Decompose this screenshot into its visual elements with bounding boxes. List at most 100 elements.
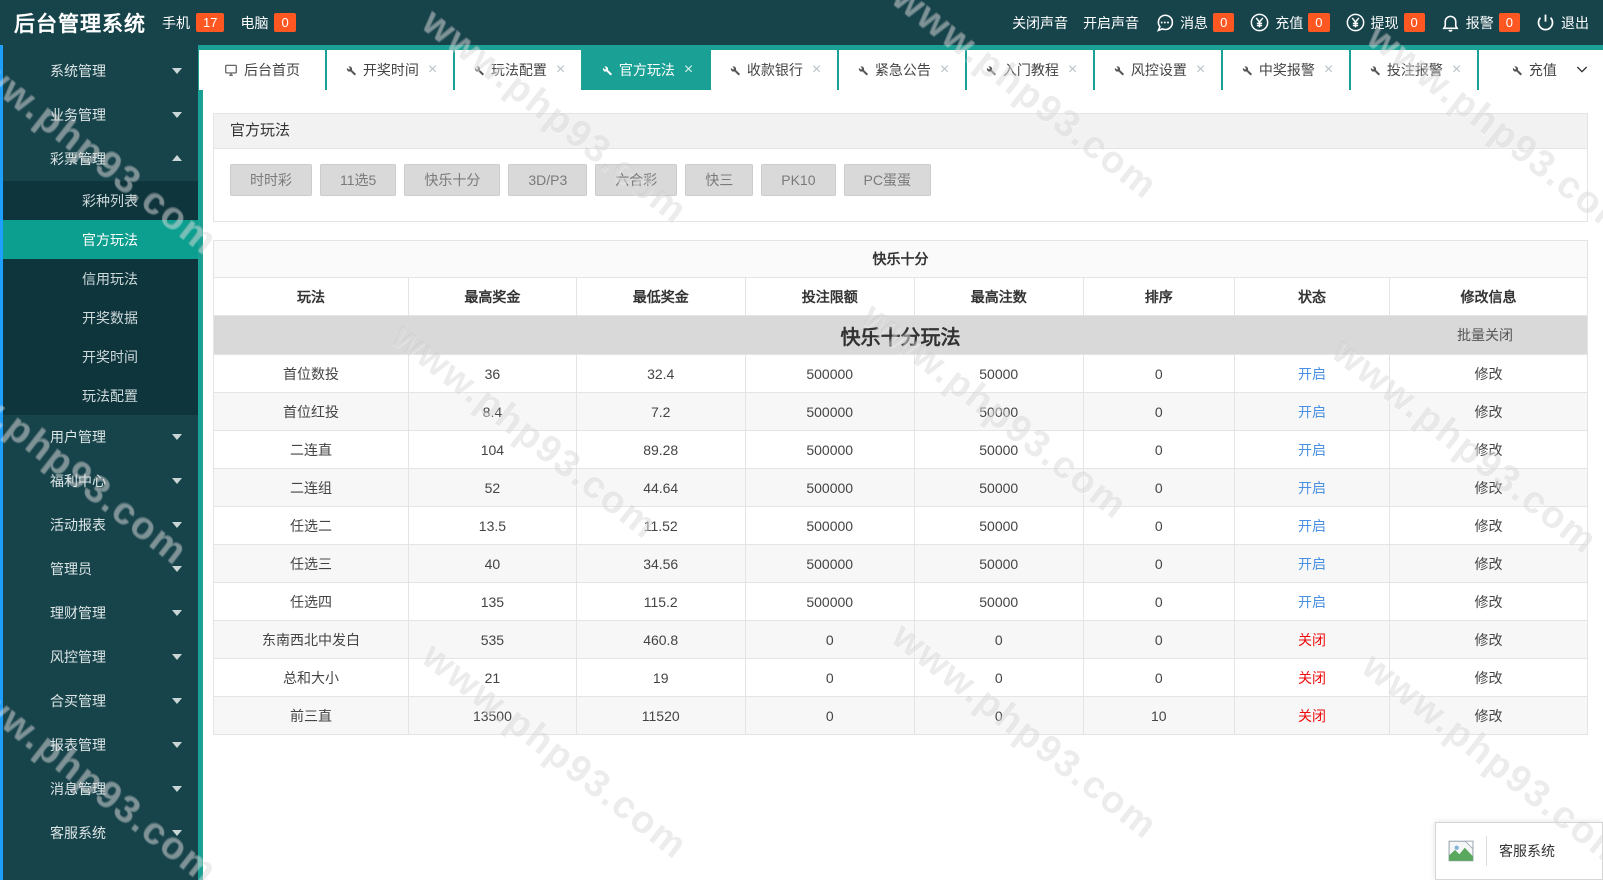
modify-link[interactable]: 修改 bbox=[1389, 506, 1588, 545]
tab-紧急公告[interactable]: 紧急公告 × bbox=[839, 50, 965, 90]
status-toggle-link[interactable]: 开启 bbox=[1233, 582, 1391, 621]
sidebar-subitem-信用玩法[interactable]: 信用玩法 bbox=[3, 259, 198, 298]
status-toggle-link[interactable]: 开启 bbox=[1233, 430, 1391, 469]
game-button-快乐十分[interactable]: 快乐十分 bbox=[404, 164, 501, 196]
modify-link[interactable]: 修改 bbox=[1389, 392, 1588, 431]
close-icon[interactable]: × bbox=[1452, 62, 1461, 78]
game-button-PC蛋蛋[interactable]: PC蛋蛋 bbox=[843, 164, 931, 196]
close-icon[interactable]: × bbox=[1068, 62, 1077, 78]
bell-icon bbox=[1440, 12, 1461, 33]
modify-link[interactable]: 修改 bbox=[1389, 620, 1588, 659]
wrench-icon bbox=[855, 63, 869, 77]
status-toggle-link[interactable]: 关闭 bbox=[1233, 658, 1391, 697]
sidebar-subitem-label: 信用玩法 bbox=[82, 270, 138, 287]
sidebar-item-福利中心[interactable]: 福利中心 bbox=[3, 459, 198, 503]
close-icon[interactable]: × bbox=[812, 62, 821, 78]
withdraw-button[interactable]: 提现 0 bbox=[1345, 12, 1425, 33]
game-button-快三[interactable]: 快三 bbox=[685, 164, 754, 196]
status-toggle-link[interactable]: 开启 bbox=[1233, 468, 1391, 507]
submenu-彩票管理: 彩种列表官方玩法信用玩法开奖数据 开奖时间玩法配置 bbox=[3, 181, 198, 415]
logout-label: 退出 bbox=[1561, 14, 1589, 31]
status-toggle-link[interactable]: 开启 bbox=[1233, 544, 1391, 583]
tab-入门教程[interactable]: 入门教程 × bbox=[967, 50, 1093, 90]
tab-风控设置[interactable]: 风控设置 × bbox=[1095, 50, 1221, 90]
phone-count-badge: 17 bbox=[196, 13, 225, 32]
tab-中奖报警[interactable]: 中奖报警 × bbox=[1223, 50, 1349, 90]
sidebar-item-理财管理[interactable]: 理财管理 bbox=[3, 591, 198, 635]
game-button-时时彩[interactable]: 时时彩 bbox=[230, 164, 312, 196]
customer-service-widget[interactable]: 客服系统 bbox=[1435, 822, 1603, 880]
close-icon[interactable]: × bbox=[556, 62, 565, 78]
close-icon[interactable]: × bbox=[940, 62, 949, 78]
sidebar-subitem-label: 彩种列表 bbox=[82, 192, 138, 209]
sidebar-item-合买管理[interactable]: 合买管理 bbox=[3, 679, 198, 723]
game-button-PK10[interactable]: PK10 bbox=[761, 164, 836, 196]
sidebar-subitem-label: 玩法配置 bbox=[82, 387, 138, 404]
sidebar-item-管理员[interactable]: 管理员 bbox=[3, 547, 198, 591]
sidebar-item-label: 活动报表 bbox=[50, 517, 106, 533]
sidebar-subitem-开奖时间[interactable]: 开奖时间 bbox=[3, 337, 198, 376]
cell-max_prize: 40 bbox=[408, 544, 577, 583]
close-icon[interactable]: × bbox=[428, 62, 437, 78]
game-button-3D/P3[interactable]: 3D/P3 bbox=[508, 164, 588, 196]
status-toggle-link[interactable]: 开启 bbox=[1233, 392, 1391, 431]
game-button-六合彩[interactable]: 六合彩 bbox=[595, 164, 678, 196]
tab-overflow-button[interactable] bbox=[1561, 50, 1603, 90]
status-toggle-link[interactable]: 开启 bbox=[1233, 354, 1391, 393]
column-header-状态: 状态 bbox=[1233, 277, 1391, 316]
recharge-button[interactable]: 充值 0 bbox=[1249, 12, 1330, 33]
tab-label: 官方玩法 bbox=[618, 62, 675, 78]
sidebar-subitem-玩法配置[interactable]: 玩法配置 bbox=[3, 376, 198, 415]
cell-bet_limit: 500000 bbox=[744, 506, 915, 545]
sidebar-item-消息管理[interactable]: 消息管理 bbox=[3, 767, 198, 811]
sidebar-item-用户管理[interactable]: 用户管理 bbox=[3, 415, 198, 459]
tab-后台首页[interactable]: 后台首页 bbox=[199, 50, 325, 90]
column-header-投注限额: 投注限额 bbox=[744, 277, 915, 316]
modify-link[interactable]: 修改 bbox=[1389, 696, 1588, 735]
tab-官方玩法[interactable]: 官方玩法 × bbox=[583, 50, 709, 90]
modify-link[interactable]: 修改 bbox=[1389, 430, 1588, 469]
sidebar-item-风控管理[interactable]: 风控管理 bbox=[3, 635, 198, 679]
sidebar-item-彩票管理[interactable]: 彩票管理 bbox=[3, 137, 198, 181]
sound-off-button[interactable]: 关闭声音 bbox=[1012, 13, 1068, 33]
tab-玩法配置[interactable]: 玩法配置 × bbox=[455, 50, 581, 90]
sidebar-item-系统管理[interactable]: 系统管理 bbox=[3, 49, 198, 93]
sidebar-item-报表管理[interactable]: 报表管理 bbox=[3, 723, 198, 767]
sidebar-item-业务管理[interactable]: 业务管理 bbox=[3, 93, 198, 137]
sound-on-button[interactable]: 开启声音 bbox=[1083, 13, 1139, 33]
modify-link[interactable]: 修改 bbox=[1389, 354, 1588, 393]
close-icon[interactable]: × bbox=[1324, 62, 1333, 78]
modify-link[interactable]: 修改 bbox=[1389, 582, 1588, 621]
status-toggle-link[interactable]: 开启 bbox=[1233, 506, 1391, 545]
logout-button[interactable]: 退出 bbox=[1535, 12, 1589, 33]
tab-收款银行[interactable]: 收款银行 × bbox=[711, 50, 837, 90]
sidebar-subitem-彩种列表[interactable]: 彩种列表 bbox=[3, 181, 198, 220]
tab-开奖时间[interactable]: 开奖时间 × bbox=[327, 50, 453, 90]
sidebar-subitem-官方玩法[interactable]: 官方玩法 bbox=[3, 220, 198, 259]
cell-sort: 0 bbox=[1082, 582, 1235, 621]
modify-link[interactable]: 修改 bbox=[1389, 468, 1588, 507]
table-row: 首位数投 36 32.4 500000 50000 0 开启 修改 bbox=[212, 354, 1588, 393]
section-title: 快乐十分玩法 bbox=[840, 326, 961, 349]
tab-label: 后台首页 bbox=[244, 62, 300, 78]
table-row: 任选四 135 115.2 500000 50000 0 开启 修改 bbox=[212, 582, 1588, 621]
modify-link[interactable]: 修改 bbox=[1389, 544, 1588, 583]
batch-close-button[interactable]: 批量关闭 bbox=[1457, 325, 1513, 345]
modify-link[interactable]: 修改 bbox=[1389, 658, 1588, 697]
status-toggle-link[interactable]: 关闭 bbox=[1233, 620, 1391, 659]
close-icon[interactable]: × bbox=[684, 62, 693, 78]
alarm-button[interactable]: 报警 0 bbox=[1440, 12, 1520, 33]
tab-投注报警[interactable]: 投注报警 × bbox=[1351, 50, 1477, 90]
sidebar-item-活动报表[interactable]: 活动报表 bbox=[3, 503, 198, 547]
cell-max_bets: 50000 bbox=[913, 468, 1084, 507]
tab-充值[interactable]: 充值× bbox=[1479, 50, 1561, 90]
tab-label: 紧急公告 bbox=[874, 62, 931, 78]
sidebar-item-客服系统[interactable]: 客服系统 bbox=[3, 811, 198, 855]
status-toggle-link[interactable]: 关闭 bbox=[1233, 696, 1391, 735]
messages-button[interactable]: 消息 0 bbox=[1154, 12, 1235, 33]
tab-label: 入门教程 bbox=[1002, 62, 1059, 78]
close-icon[interactable]: × bbox=[1196, 62, 1205, 78]
cell-name: 二连组 bbox=[212, 468, 410, 507]
sidebar-subitem-开奖数据[interactable]: 开奖数据 bbox=[3, 298, 198, 337]
game-button-11选5[interactable]: 11选5 bbox=[320, 164, 397, 196]
